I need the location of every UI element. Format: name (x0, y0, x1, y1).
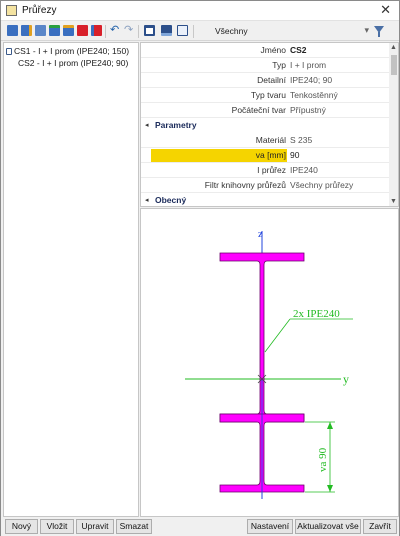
title-bar: Průřezy ✕ (1, 1, 399, 21)
chevron-down-icon: ▾ (364, 25, 369, 35)
prop-value[interactable]: CS2 (290, 45, 307, 55)
prop-row-library-filter[interactable]: Filtr knihovny průřezů Všechny průřezy (141, 178, 389, 193)
toolbar: ↶ ↷ Všechny ▾ (1, 22, 399, 41)
save-icon[interactable] (161, 25, 172, 36)
edit-section-icon[interactable] (21, 25, 32, 36)
prop-value: I + I prom (290, 60, 327, 70)
section-title: Parametry (155, 120, 197, 130)
prop-row-shape-type[interactable]: Typ tvaru Tenkostěnný (141, 88, 389, 103)
redo-icon[interactable]: ↷ (124, 24, 133, 36)
prop-row-initial-shape[interactable]: Počáteční tvar Přípustný (141, 103, 389, 118)
undo-icon[interactable]: ↶ (110, 24, 119, 36)
button-bar: Nový Vložit Upravit Smazat Nastavení Akt… (1, 518, 399, 536)
prop-row-material[interactable]: Materiál S 235 (141, 133, 389, 148)
filter-icon-stem (378, 32, 380, 37)
add-section-icon[interactable] (7, 25, 18, 36)
insert-button[interactable]: Vložit (40, 519, 74, 534)
delete-all-icon[interactable] (91, 25, 102, 36)
table-icon[interactable] (144, 25, 155, 36)
dimension-label: va 90 (317, 447, 329, 472)
properties-grid: Jméno CS2 Typ I + I prom Detailní IPE240… (140, 42, 399, 207)
prop-label: Jméno (260, 45, 286, 55)
prop-value[interactable]: IPE240 (290, 165, 318, 175)
report-icon[interactable] (177, 25, 188, 36)
va-input[interactable]: 90 (290, 150, 299, 160)
prop-row-va[interactable]: va [mm] 90 (141, 148, 389, 163)
toolbar-separator (105, 25, 106, 38)
section-tree: CS1 - I + I prom (IPE240; 150) CS2 - I +… (3, 42, 139, 517)
settings-button[interactable]: Nastavení (247, 519, 293, 534)
properties-scrollbar[interactable]: ▲ ▼ (389, 43, 398, 206)
prop-row-detail[interactable]: Detailní IPE240; 90 (141, 73, 389, 88)
section-header-obecny[interactable]: ◂ Obecný (141, 193, 389, 206)
tree-item-cs2[interactable]: CS2 - I + I prom (IPE240; 90) (18, 57, 129, 69)
prop-row-name[interactable]: Jméno CS2 (141, 43, 389, 58)
section-drawing: z y 2x IPE240 va 90 (140, 208, 399, 517)
section-annotation: 2x IPE240 (293, 308, 340, 320)
tree-item-cs1[interactable]: CS1 - I + I prom (IPE240; 150) (6, 45, 129, 57)
section-title: Obecný (155, 195, 187, 205)
delete-icon[interactable] (77, 25, 88, 36)
dimension-arrow-bottom (327, 485, 333, 492)
prop-label: Materiál (255, 135, 286, 145)
prop-row-i-section[interactable]: I průřez IPE240 (141, 163, 389, 178)
prop-value[interactable]: S 235 (290, 135, 312, 145)
app-icon (6, 5, 17, 16)
toolbar-separator (193, 25, 194, 38)
tree-item-label: CS2 - I + I prom (IPE240; 90) (18, 58, 129, 68)
prop-label: Detailní (257, 75, 286, 85)
y-axis-label: y (343, 372, 349, 386)
copy-section-icon[interactable] (35, 25, 46, 36)
prop-label: Typ tvaru (251, 90, 286, 100)
annotation-leader (264, 318, 291, 353)
filter-select[interactable]: Všechny ▾ (213, 25, 371, 39)
prop-row-type[interactable]: Typ I + I prom (141, 58, 389, 73)
expand-icon[interactable]: ◂ (145, 196, 149, 204)
prop-label: Filtr knihovny průřezů (204, 180, 286, 190)
prop-label: I průřez (257, 165, 286, 175)
prop-value: Tenkostěnný (290, 90, 338, 100)
prop-value: IPE240; 90 (290, 75, 333, 85)
prop-label: Počáteční tvar (231, 105, 286, 115)
z-axis-label: z (258, 228, 263, 240)
update-all-button[interactable]: Aktualizovat vše (295, 519, 361, 534)
scroll-down-icon[interactable]: ▼ (390, 198, 397, 205)
edit-button[interactable]: Upravit (76, 519, 114, 534)
scroll-thumb[interactable] (391, 55, 397, 75)
toolbar-separator (138, 25, 139, 38)
tree-item-label: CS1 - I + I prom (IPE240; 150) (14, 46, 130, 56)
section-header-parametry[interactable]: ◂ Parametry (141, 118, 389, 133)
prop-value: Přípustný (290, 105, 326, 115)
dimension-arrow-top (327, 422, 333, 429)
section-svg: z y 2x IPE240 va 90 (185, 228, 353, 499)
window-title: Průřezy (22, 5, 57, 16)
close-button[interactable]: Zavřít (363, 519, 397, 534)
delete-button[interactable]: Smazat (116, 519, 152, 534)
prop-value[interactable]: Všechny průřezy (290, 180, 353, 190)
lock-icon (6, 48, 12, 55)
export-section-icon[interactable] (63, 25, 74, 36)
filter-value: Všechny (215, 26, 248, 36)
sections-dialog: Průřezy ✕ ↶ ↷ Všechny ▾ CS1 - I + I prom… (0, 0, 400, 536)
new-button[interactable]: Nový (5, 519, 38, 534)
collapse-icon[interactable]: ◂ (145, 121, 149, 129)
prop-label: Typ (272, 60, 286, 70)
close-icon[interactable]: ✕ (380, 3, 391, 17)
prop-label: va [mm] (255, 150, 286, 160)
scroll-up-icon[interactable]: ▲ (390, 44, 397, 51)
import-section-icon[interactable] (49, 25, 60, 36)
